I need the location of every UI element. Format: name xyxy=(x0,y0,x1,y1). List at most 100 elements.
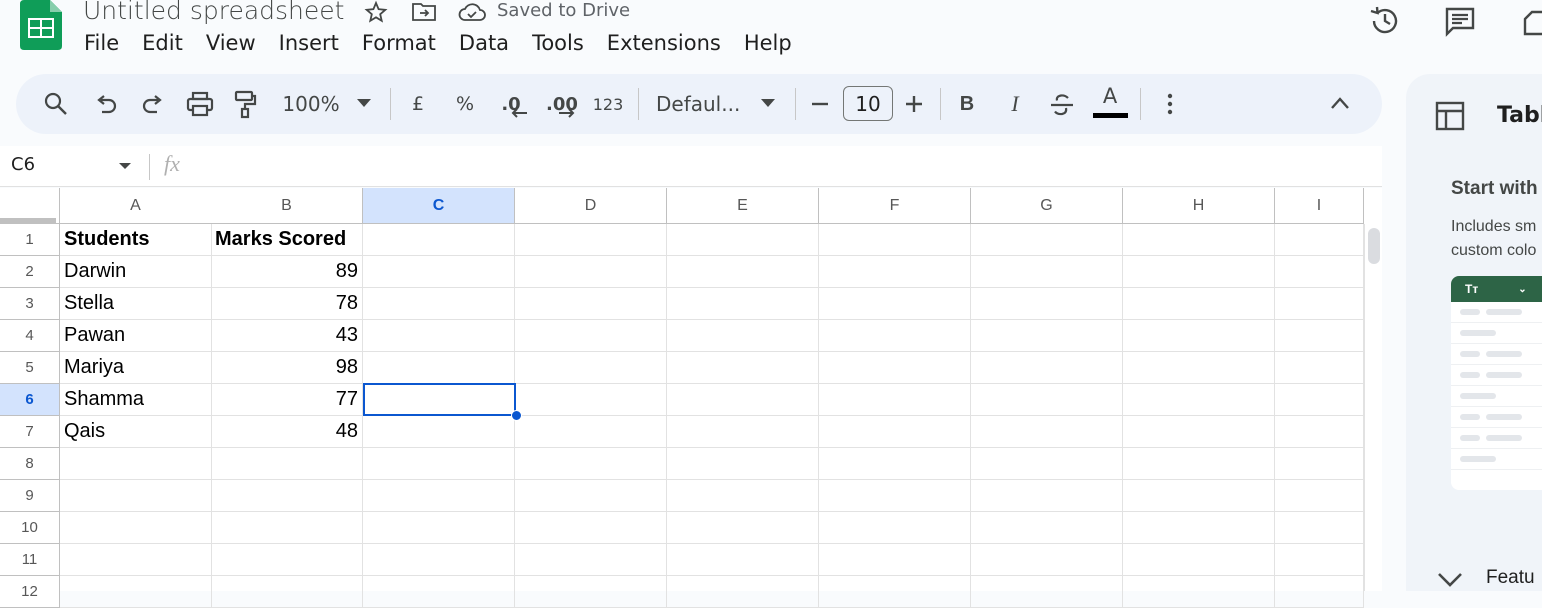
fill-handle[interactable] xyxy=(511,410,522,421)
font-family-select[interactable]: Defaul... xyxy=(656,74,746,134)
cell-a11[interactable] xyxy=(60,544,212,576)
select-all-corner[interactable] xyxy=(0,188,60,224)
more-options-icon[interactable] xyxy=(1160,92,1180,116)
star-icon[interactable] xyxy=(364,0,388,24)
cell-e8[interactable] xyxy=(667,448,819,480)
cell-f9[interactable] xyxy=(819,480,971,512)
font-size-input[interactable]: 10 xyxy=(843,86,893,121)
cell-g8[interactable] xyxy=(971,448,1123,480)
cloud-saved-icon[interactable] xyxy=(457,1,487,23)
cell-h2[interactable] xyxy=(1123,256,1275,288)
cell-h10[interactable] xyxy=(1123,512,1275,544)
paint-format-icon[interactable] xyxy=(232,89,258,119)
chevron-down-icon[interactable] xyxy=(1437,571,1463,587)
strikethrough-icon[interactable] xyxy=(1049,92,1075,118)
cell-c1[interactable] xyxy=(363,224,515,256)
increase-font-size-icon[interactable] xyxy=(904,94,924,114)
cell-d10[interactable] xyxy=(515,512,667,544)
text-color-button[interactable]: A xyxy=(1094,78,1126,114)
column-header-i[interactable]: I xyxy=(1275,188,1364,224)
selected-cell-outline[interactable] xyxy=(363,383,516,416)
cell-c11[interactable] xyxy=(363,544,515,576)
cell-b1[interactable]: Marks Scored xyxy=(211,224,363,256)
italic-button[interactable]: I xyxy=(1002,74,1028,134)
cell-h1[interactable] xyxy=(1123,224,1275,256)
number-format-button[interactable]: 123 xyxy=(590,74,626,134)
percent-format-button[interactable]: % xyxy=(452,74,478,134)
cell-c3[interactable] xyxy=(363,288,515,320)
row-header-3[interactable]: 3 xyxy=(0,288,60,320)
cell-i8[interactable] xyxy=(1275,448,1364,480)
row-header-2[interactable]: 2 xyxy=(0,256,60,288)
menu-format[interactable]: Format xyxy=(362,31,436,55)
cell-a4[interactable]: Pawan xyxy=(60,320,212,352)
cell-e2[interactable] xyxy=(667,256,819,288)
cell-g11[interactable] xyxy=(971,544,1123,576)
cell-e10[interactable] xyxy=(667,512,819,544)
cell-e3[interactable] xyxy=(667,288,819,320)
cell-b10[interactable] xyxy=(211,512,363,544)
cell-i6[interactable] xyxy=(1275,384,1364,416)
row-header-10[interactable]: 10 xyxy=(0,512,60,544)
cell-c9[interactable] xyxy=(363,480,515,512)
zoom-dropdown-icon[interactable] xyxy=(356,98,372,108)
row-header-9[interactable]: 9 xyxy=(0,480,60,512)
cell-d7[interactable] xyxy=(515,416,667,448)
search-menus-icon[interactable] xyxy=(42,90,70,118)
cell-h5[interactable] xyxy=(1123,352,1275,384)
cell-i4[interactable] xyxy=(1275,320,1364,352)
sheets-logo-icon[interactable] xyxy=(20,0,64,50)
cell-i11[interactable] xyxy=(1275,544,1364,576)
column-header-f[interactable]: F xyxy=(819,188,971,224)
column-header-c[interactable]: C xyxy=(363,188,515,224)
cell-i7[interactable] xyxy=(1275,416,1364,448)
cell-f10[interactable] xyxy=(819,512,971,544)
cell-d4[interactable] xyxy=(515,320,667,352)
cell-g7[interactable] xyxy=(971,416,1123,448)
cell-d1[interactable] xyxy=(515,224,667,256)
cell-i10[interactable] xyxy=(1275,512,1364,544)
column-header-g[interactable]: G xyxy=(971,188,1123,224)
increase-decimal-button[interactable]: .00 xyxy=(544,74,580,134)
zoom-select[interactable]: 100% xyxy=(278,74,344,134)
cell-h3[interactable] xyxy=(1123,288,1275,320)
cell-g6[interactable] xyxy=(971,384,1123,416)
row-header-12[interactable]: 12 xyxy=(0,576,60,608)
cell-g2[interactable] xyxy=(971,256,1123,288)
cell-b4[interactable]: 43 xyxy=(211,320,363,352)
cell-f4[interactable] xyxy=(819,320,971,352)
column-header-b[interactable]: B xyxy=(211,188,363,224)
name-box-dropdown-icon[interactable] xyxy=(118,162,132,170)
cell-a2[interactable]: Darwin xyxy=(60,256,212,288)
print-icon[interactable] xyxy=(186,91,214,117)
row-header-4[interactable]: 4 xyxy=(0,320,60,352)
cell-c10[interactable] xyxy=(363,512,515,544)
column-header-a[interactable]: A xyxy=(60,188,212,224)
cell-e1[interactable] xyxy=(667,224,819,256)
undo-icon[interactable] xyxy=(93,92,119,118)
cell-i1[interactable] xyxy=(1275,224,1364,256)
cell-f11[interactable] xyxy=(819,544,971,576)
cell-a3[interactable]: Stella xyxy=(60,288,212,320)
cell-e6[interactable] xyxy=(667,384,819,416)
vertical-scrollbar[interactable] xyxy=(1364,224,1382,591)
cell-a7[interactable]: Qais xyxy=(60,416,212,448)
cell-e4[interactable] xyxy=(667,320,819,352)
cell-b11[interactable] xyxy=(211,544,363,576)
document-title[interactable]: Untitled spreadsheet xyxy=(83,0,344,25)
cell-a1[interactable]: Students xyxy=(60,224,212,256)
cell-g10[interactable] xyxy=(971,512,1123,544)
decrease-decimal-button[interactable]: .0 xyxy=(496,74,526,134)
chevron-up-icon[interactable] xyxy=(1330,96,1350,110)
version-history-icon[interactable] xyxy=(1368,4,1402,38)
cell-h9[interactable] xyxy=(1123,480,1275,512)
bold-button[interactable]: B xyxy=(954,74,980,134)
menu-data[interactable]: Data xyxy=(459,31,509,55)
row-header-5[interactable]: 5 xyxy=(0,352,60,384)
column-header-d[interactable]: D xyxy=(515,188,667,224)
cell-i3[interactable] xyxy=(1275,288,1364,320)
cell-d2[interactable] xyxy=(515,256,667,288)
cell-h8[interactable] xyxy=(1123,448,1275,480)
cell-e5[interactable] xyxy=(667,352,819,384)
scrollbar-thumb[interactable] xyxy=(1368,228,1380,264)
